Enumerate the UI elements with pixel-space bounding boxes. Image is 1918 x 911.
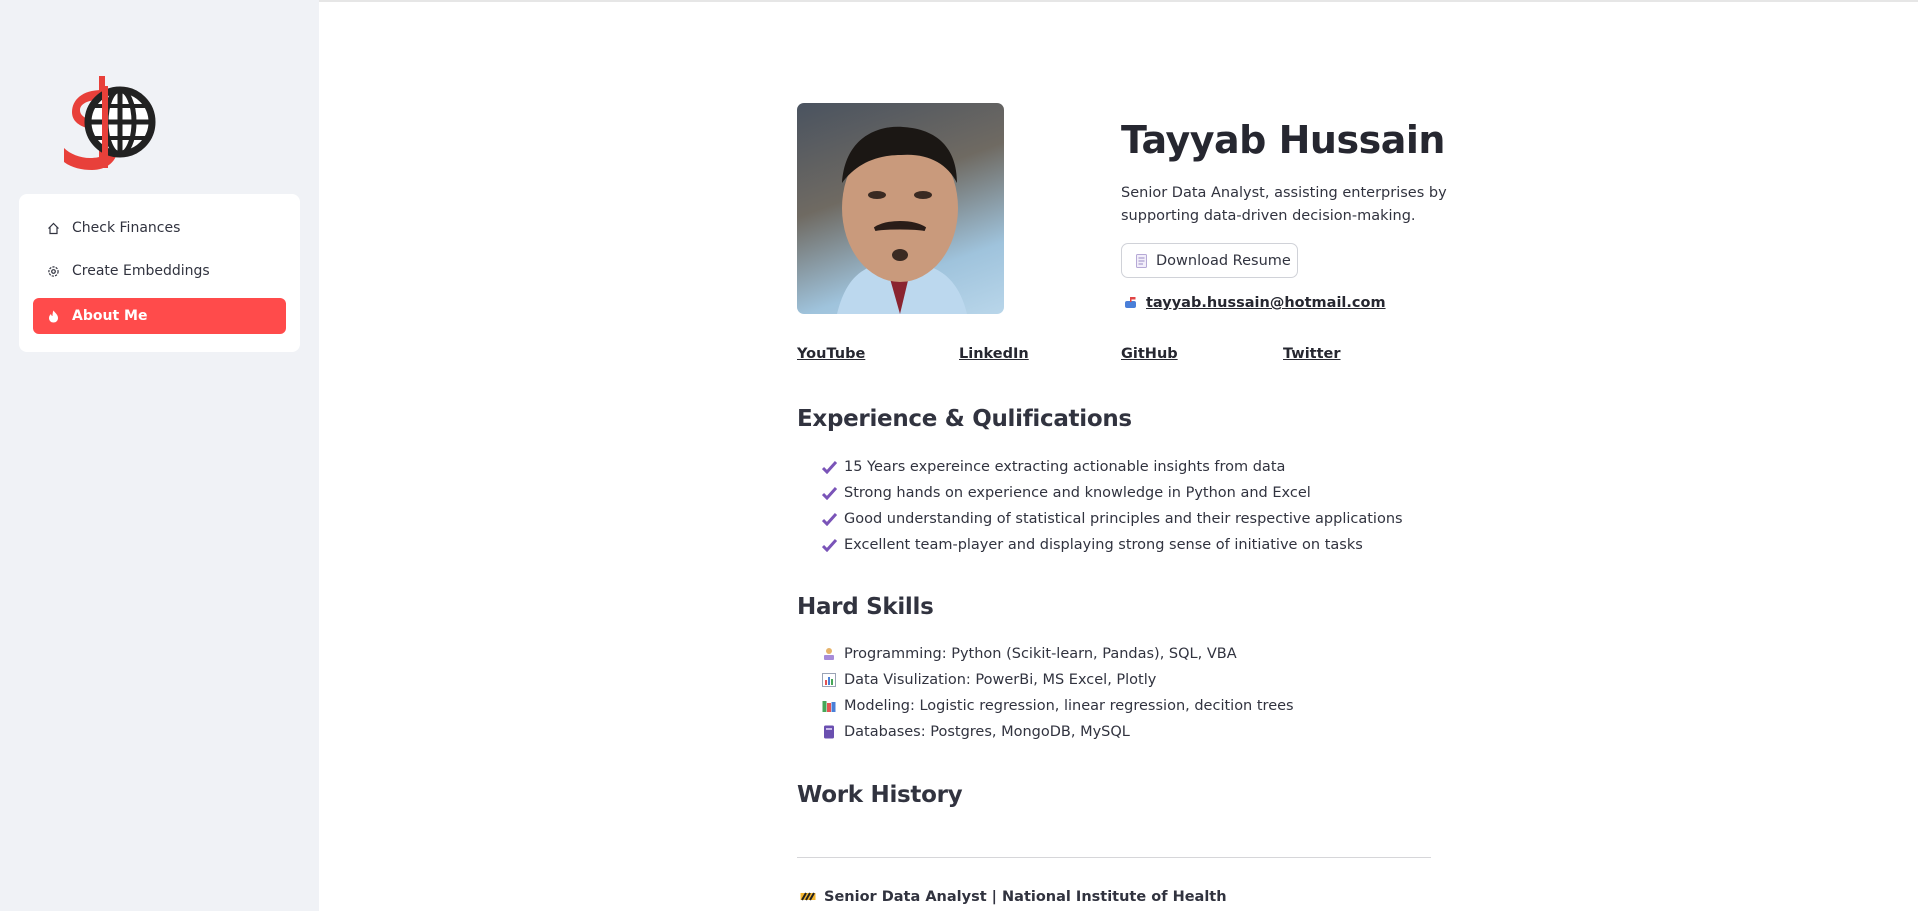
books-icon: [821, 699, 837, 713]
sidebar-nav: Check Finances Create Embeddings About M…: [19, 194, 300, 352]
list-item: Databases: Postgres, MongoDB, MySQL: [821, 719, 1294, 745]
fire-icon: [46, 309, 60, 323]
email-link[interactable]: tayyab.hussain@hotmail.com: [1146, 295, 1386, 311]
job-title: Senior Data Analyst | National Institute…: [800, 889, 1227, 905]
youtube-link[interactable]: YouTube: [797, 346, 865, 362]
sidebar-item-about-me[interactable]: About Me: [33, 298, 286, 334]
sidebar-item-check-finances[interactable]: Check Finances: [33, 210, 286, 246]
list-item: Programming: Python (Scikit-learn, Panda…: [821, 641, 1294, 667]
check-icon: [821, 486, 837, 500]
list-item: Excellent team-player and displaying str…: [821, 532, 1403, 558]
check-icon: [821, 460, 837, 474]
sidebar: Check Finances Create Embeddings About M…: [0, 0, 319, 911]
gear-icon: [46, 264, 60, 278]
logo: [62, 72, 158, 176]
list-item: Modeling: Logistic regression, linear re…: [821, 693, 1294, 719]
profile-tagline: Senior Data Analyst, assisting enterpris…: [1121, 185, 1447, 224]
database-icon: [821, 725, 837, 739]
sidebar-item-label: Check Finances: [72, 220, 181, 236]
github-link[interactable]: GitHub: [1121, 346, 1178, 362]
sidebar-item-label: About Me: [72, 308, 148, 324]
check-icon: [821, 538, 837, 552]
sidebar-item-create-embeddings[interactable]: Create Embeddings: [33, 253, 286, 289]
email-row: tayyab.hussain@hotmail.com: [1124, 295, 1386, 311]
profile-photo: [797, 103, 1004, 314]
experience-heading: Experience & Qulifications: [797, 406, 1132, 432]
bar-chart-icon: [821, 673, 837, 687]
home-icon: [46, 221, 60, 235]
linkedin-link[interactable]: LinkedIn: [959, 346, 1029, 362]
download-resume-label: Download Resume: [1156, 252, 1291, 269]
experience-list: 15 Years expereince extracting actionabl…: [821, 454, 1403, 558]
list-item: 15 Years expereince extracting actionabl…: [821, 454, 1403, 480]
work-heading: Work History: [797, 782, 963, 808]
profile-name: Tayyab Hussain: [1121, 118, 1445, 162]
construction-icon: [800, 891, 816, 903]
twitter-link[interactable]: Twitter: [1283, 346, 1341, 362]
technologist-icon: [821, 647, 837, 661]
check-icon: [821, 512, 837, 526]
skills-heading: Hard Skills: [797, 594, 934, 620]
document-icon: [1136, 253, 1148, 268]
divider: [797, 857, 1431, 858]
list-item: Strong hands on experience and knowledge…: [821, 480, 1403, 506]
list-item: Data Visulization: PowerBi, MS Excel, Pl…: [821, 667, 1294, 693]
main-content: Tayyab Hussain Senior Data Analyst, assi…: [319, 0, 1918, 911]
mailbox-icon: [1124, 296, 1138, 310]
list-item: Good understanding of statistical princi…: [821, 506, 1403, 532]
download-resume-button[interactable]: Download Resume: [1121, 243, 1298, 278]
sidebar-item-label: Create Embeddings: [72, 263, 210, 279]
skills-list: Programming: Python (Scikit-learn, Panda…: [821, 641, 1294, 745]
